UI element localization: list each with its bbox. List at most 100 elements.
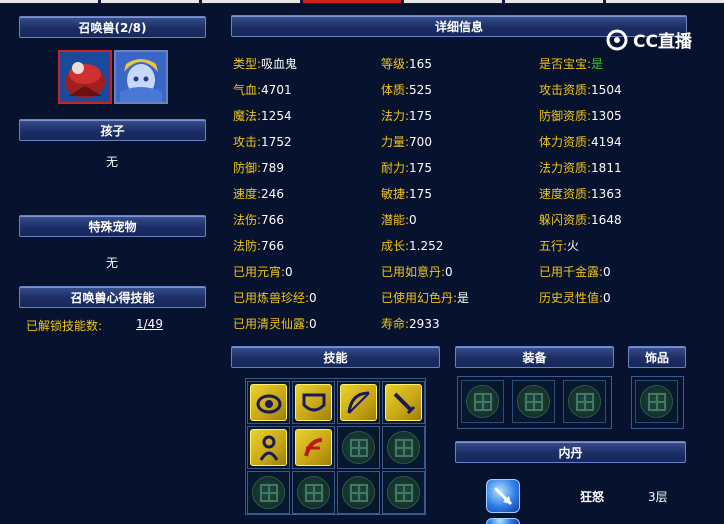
stat-label: 敏捷:: [381, 187, 410, 201]
empty-slot-icon: [252, 476, 285, 509]
stat-label: 法力:: [381, 109, 410, 123]
stat-label: 潜能:: [381, 213, 410, 227]
stat-item: 攻击资质:1504: [539, 81, 622, 98]
stat-value: 1811: [591, 161, 622, 175]
stat-value: 0: [603, 265, 611, 279]
skill-slot-2[interactable]: [292, 381, 335, 424]
stat-item: 历史灵性值:0: [539, 289, 611, 306]
neidan-item-icon-2[interactable]: [486, 518, 520, 524]
eye-skill-icon: [250, 384, 287, 421]
stat-value: 2933: [409, 317, 440, 331]
stat-label: 法防:: [233, 239, 262, 253]
stat-label: 力量:: [381, 135, 410, 149]
equipment-slot-3[interactable]: [563, 380, 606, 423]
top-tab-7[interactable]: [606, 0, 724, 3]
unlocked-skills-value[interactable]: 1/49: [136, 317, 163, 331]
stat-label: 躲闪资质:: [539, 213, 592, 227]
empty-slot-icon: [342, 476, 375, 509]
skill-slot-6[interactable]: [292, 426, 335, 469]
stat-value: 1305: [591, 109, 622, 123]
child-header: 孩子: [19, 119, 206, 141]
cc-logo-icon: [606, 29, 628, 50]
sword-skill-icon: [385, 384, 422, 421]
stat-value: 165: [409, 57, 432, 71]
special-pet-header: 特殊宠物: [19, 215, 206, 237]
skill-slot-3[interactable]: [337, 381, 380, 424]
stat-label: 气血:: [233, 83, 262, 97]
empty-slot-icon: [640, 385, 673, 418]
accessory-slot[interactable]: [635, 380, 678, 423]
stat-value: 4194: [591, 135, 622, 149]
top-tab-1[interactable]: [0, 0, 98, 3]
stat-item: 已用千金露:0: [539, 263, 611, 280]
stat-item: 速度:246: [233, 185, 284, 202]
pet-portrait-1[interactable]: [58, 50, 112, 104]
stat-value: 0: [309, 317, 317, 331]
stat-label: 法伤:: [233, 213, 262, 227]
stat-item: 躲闪资质:1648: [539, 211, 622, 228]
watermark: CC直播: [606, 27, 692, 52]
stat-item: 防御资质:1305: [539, 107, 622, 124]
stat-value: 766: [261, 239, 284, 253]
stat-item: 攻击:1752: [233, 133, 292, 150]
stat-label: 已使用幻色丹:: [381, 291, 458, 305]
neidan-item-level: 3层: [648, 490, 668, 504]
stat-value: 1504: [591, 83, 622, 97]
top-tab-6[interactable]: [505, 0, 603, 3]
heart-skill-header: 召唤兽心得技能: [19, 286, 206, 308]
skills-header: 技能: [231, 346, 440, 368]
stat-item: 潜能:0: [381, 211, 417, 228]
skill-slot-9[interactable]: [247, 471, 290, 514]
stat-value: 1.252: [409, 239, 444, 253]
skill-slot-4[interactable]: [382, 381, 425, 424]
stat-value: 0: [409, 213, 417, 227]
top-tab-5[interactable]: [404, 0, 502, 3]
stat-value: 175: [409, 187, 432, 201]
equipment-slot-1[interactable]: [461, 380, 504, 423]
skill-slot-12[interactable]: [382, 471, 425, 514]
stat-value: 766: [261, 213, 284, 227]
stat-label: 体质:: [381, 83, 410, 97]
stat-value: 吸血鬼: [261, 57, 298, 71]
stat-value: 是: [591, 57, 604, 71]
stat-item: 已用清灵仙露:0: [233, 315, 317, 332]
skill-slot-1[interactable]: [247, 381, 290, 424]
equipment-slot-2[interactable]: [512, 380, 555, 423]
unlocked-skills-label: 已解锁技能数:: [26, 319, 103, 333]
watermark-text: CC直播: [633, 32, 692, 52]
fairy-portrait-icon: [116, 52, 166, 102]
stat-item: 五行:火: [539, 237, 579, 254]
skill-slot-10[interactable]: [292, 471, 335, 514]
empty-slot-icon: [517, 385, 550, 418]
stat-item: 成长:1.252: [381, 237, 443, 254]
skill-slot-5[interactable]: [247, 426, 290, 469]
stat-label: 已用清灵仙露:: [233, 317, 310, 331]
stat-value: 1648: [591, 213, 622, 227]
top-tab-4-active[interactable]: [303, 0, 401, 3]
stat-value: 火: [567, 239, 580, 253]
stat-item: 已使用幻色丹:是: [381, 289, 469, 306]
stat-label: 速度:: [233, 187, 262, 201]
summon-header: 召唤兽(2/8): [19, 16, 206, 38]
stat-label: 成长:: [381, 239, 410, 253]
stat-value: 700: [409, 135, 432, 149]
pet-portrait-2[interactable]: [114, 50, 168, 104]
stat-label: 寿命:: [381, 317, 410, 331]
empty-slot-icon: [342, 431, 375, 464]
skill-slot-7[interactable]: [337, 426, 380, 469]
special-pet-value: 无: [106, 256, 119, 270]
skill-slot-11[interactable]: [337, 471, 380, 514]
stat-label: 等级:: [381, 57, 410, 71]
stat-label: 体力资质:: [539, 135, 592, 149]
stat-item: 法伤:766: [233, 211, 284, 228]
neidan-header: 内丹: [455, 441, 686, 463]
empty-slot-icon: [297, 476, 330, 509]
top-tab-2[interactable]: [101, 0, 199, 3]
stat-value: 1363: [591, 187, 622, 201]
top-tab-3[interactable]: [202, 0, 300, 3]
figure-skill-icon: [250, 429, 287, 466]
skill-slot-8[interactable]: [382, 426, 425, 469]
stat-label: 耐力:: [381, 161, 410, 175]
neidan-item-icon[interactable]: [486, 479, 520, 513]
stat-item: 法力:175: [381, 107, 432, 124]
